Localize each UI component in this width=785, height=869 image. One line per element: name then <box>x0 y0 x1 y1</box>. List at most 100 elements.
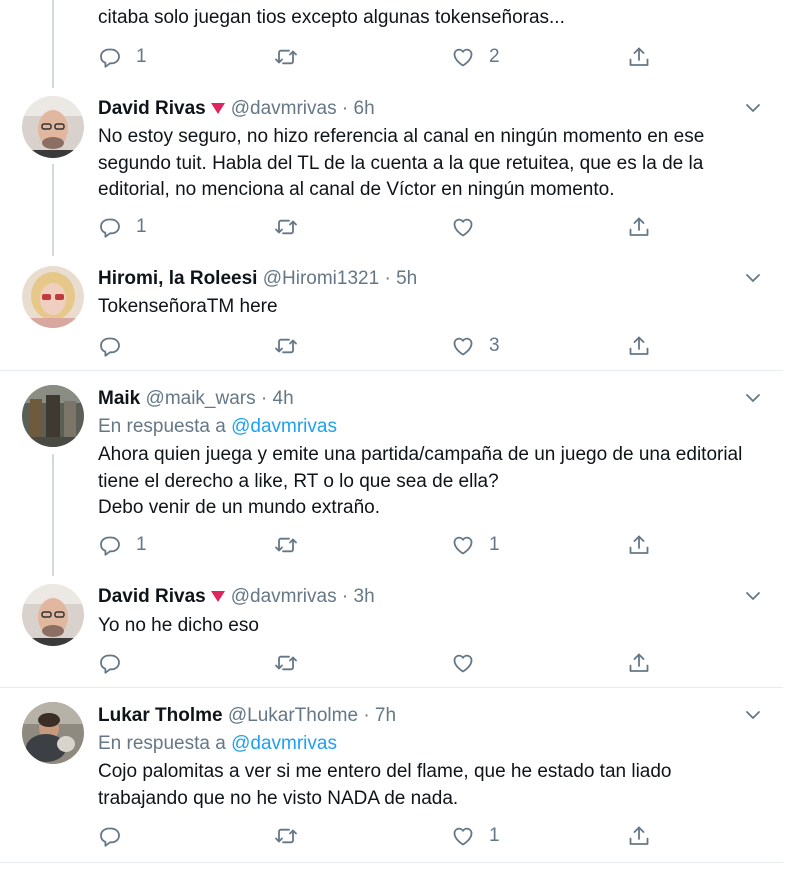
reply-button[interactable]: 1 <box>98 214 147 240</box>
more-menu-button[interactable] <box>745 707 761 723</box>
heart-icon <box>453 337 473 356</box>
retweet-button[interactable] <box>274 650 298 676</box>
retweet-button[interactable] <box>274 532 298 558</box>
tweet-text: Yo no he dicho eso <box>98 615 259 636</box>
reply-count: 1 <box>136 216 147 237</box>
reply-button[interactable] <box>98 823 122 849</box>
timestamp[interactable]: 3h <box>354 586 375 607</box>
share-button[interactable] <box>627 650 651 676</box>
retweet-icon <box>275 219 297 235</box>
tweet-header: David Rivas @davmrivas · 3h <box>98 586 375 607</box>
more-menu-button[interactable] <box>745 588 761 604</box>
retweet-button[interactable] <box>274 214 298 240</box>
handle[interactable]: @maik_wars <box>146 388 256 409</box>
tweet[interactable]: David Rivas @davmrivas · 3h Yo no he dich… <box>0 574 783 687</box>
tweet-text: Ahora quien juega y emite una partida/ca… <box>98 444 743 518</box>
tweet-partial-top[interactable]: citaba solo juegan tios excepto algunas … <box>0 0 783 90</box>
share-icon <box>629 47 649 66</box>
tweet-text: citaba solo juegan tios excepto algunas … <box>98 7 565 28</box>
reply-icon <box>100 48 120 68</box>
timestamp[interactable]: 4h <box>273 388 294 409</box>
like-button[interactable]: 3 <box>451 333 500 359</box>
retweet-button[interactable] <box>274 44 298 70</box>
tweet[interactable]: David Rivas @davmrivas · 6h No estoy segu… <box>0 90 783 258</box>
share-icon <box>629 217 649 236</box>
reply-button[interactable]: 1 <box>98 44 147 70</box>
tweet-text: TokenseñoraTM here <box>98 296 278 317</box>
like-button[interactable] <box>451 650 475 676</box>
tweet-header: Lukar Tholme @LukarTholme · 7h <box>98 705 397 726</box>
tweet[interactable]: Hiromi, la Roleesi @Hiromi1321 · 5h Toke… <box>0 258 783 370</box>
tweet-text: No estoy seguro, no hizo referencia al c… <box>98 126 705 200</box>
reply-context: En respuesta a @davmrivas <box>98 416 337 437</box>
avatar[interactable] <box>22 385 84 447</box>
heart-icon <box>453 536 473 555</box>
tweet-header: Maik @maik_wars · 4h <box>98 388 294 409</box>
chevron-down-icon <box>746 104 760 112</box>
tweet-actions: 1 2 <box>98 44 678 70</box>
chevron-down-icon <box>746 592 760 600</box>
tweet[interactable]: Lukar Tholme @LukarTholme · 7h En respue… <box>0 688 783 862</box>
display-name[interactable]: Hiromi, la Roleesi <box>98 268 257 289</box>
timestamp[interactable]: 5h <box>396 268 417 289</box>
share-button[interactable] <box>627 214 651 240</box>
display-name[interactable]: Lukar Tholme <box>98 705 223 726</box>
share-button[interactable] <box>627 823 651 849</box>
like-button[interactable] <box>451 214 475 240</box>
like-button[interactable]: 1 <box>451 823 500 849</box>
avatar[interactable] <box>22 96 84 158</box>
more-menu-button[interactable] <box>745 390 761 406</box>
handle[interactable]: @davmrivas <box>231 98 337 119</box>
heart-icon <box>453 218 473 237</box>
like-count: 3 <box>489 335 500 356</box>
reply-icon <box>100 536 120 556</box>
retweet-button[interactable] <box>274 823 298 849</box>
retweet-icon <box>275 655 297 671</box>
like-count: 1 <box>489 825 500 846</box>
reply-button[interactable] <box>98 650 122 676</box>
reply-context: En respuesta a @davmrivas <box>98 733 337 754</box>
chevron-down-icon <box>746 274 760 282</box>
tweet-actions: 1 <box>98 823 678 849</box>
retweet-button[interactable] <box>274 333 298 359</box>
share-icon <box>629 336 649 355</box>
avatar[interactable] <box>22 702 84 764</box>
handle[interactable]: @LukarTholme <box>228 705 358 726</box>
timestamp[interactable]: 7h <box>375 705 396 726</box>
handle[interactable]: @davmrivas <box>231 586 337 607</box>
display-name[interactable]: David Rivas <box>98 98 206 119</box>
divider <box>0 862 783 863</box>
display-name[interactable]: David Rivas <box>98 586 206 607</box>
tweet-actions: 1 1 <box>98 532 678 558</box>
avatar[interactable] <box>22 584 84 646</box>
heart-icon <box>453 48 473 67</box>
reply-button[interactable] <box>98 333 122 359</box>
reply-to-link[interactable]: @davmrivas <box>231 416 337 437</box>
timestamp[interactable]: 6h <box>354 98 375 119</box>
reply-icon <box>100 337 120 357</box>
share-icon <box>629 653 649 672</box>
reply-icon <box>100 654 120 674</box>
like-button[interactable]: 1 <box>451 532 500 558</box>
tweet[interactable]: Maik @maik_wars · 4h En respuesta a @dav… <box>0 371 783 574</box>
retweet-icon <box>275 537 297 553</box>
like-button[interactable]: 2 <box>451 44 500 70</box>
share-button[interactable] <box>627 333 651 359</box>
retweet-icon <box>275 338 297 354</box>
tweet-text: Cojo palomitas a ver si me entero del fl… <box>98 761 672 809</box>
retweet-icon <box>275 828 297 844</box>
share-button[interactable] <box>627 44 651 70</box>
share-button[interactable] <box>627 532 651 558</box>
handle[interactable]: @Hiromi1321 <box>263 268 379 289</box>
reply-icon <box>100 827 120 847</box>
heart-icon <box>453 827 473 846</box>
reply-button[interactable]: 1 <box>98 532 147 558</box>
avatar[interactable] <box>22 266 84 328</box>
more-menu-button[interactable] <box>745 100 761 116</box>
tweet-actions: 3 <box>98 333 678 359</box>
more-menu-button[interactable] <box>745 270 761 286</box>
chevron-down-icon <box>746 711 760 719</box>
display-name[interactable]: Maik <box>98 388 140 409</box>
tweet-header: Hiromi, la Roleesi @Hiromi1321 · 5h <box>98 268 418 289</box>
reply-to-link[interactable]: @davmrivas <box>231 733 337 754</box>
